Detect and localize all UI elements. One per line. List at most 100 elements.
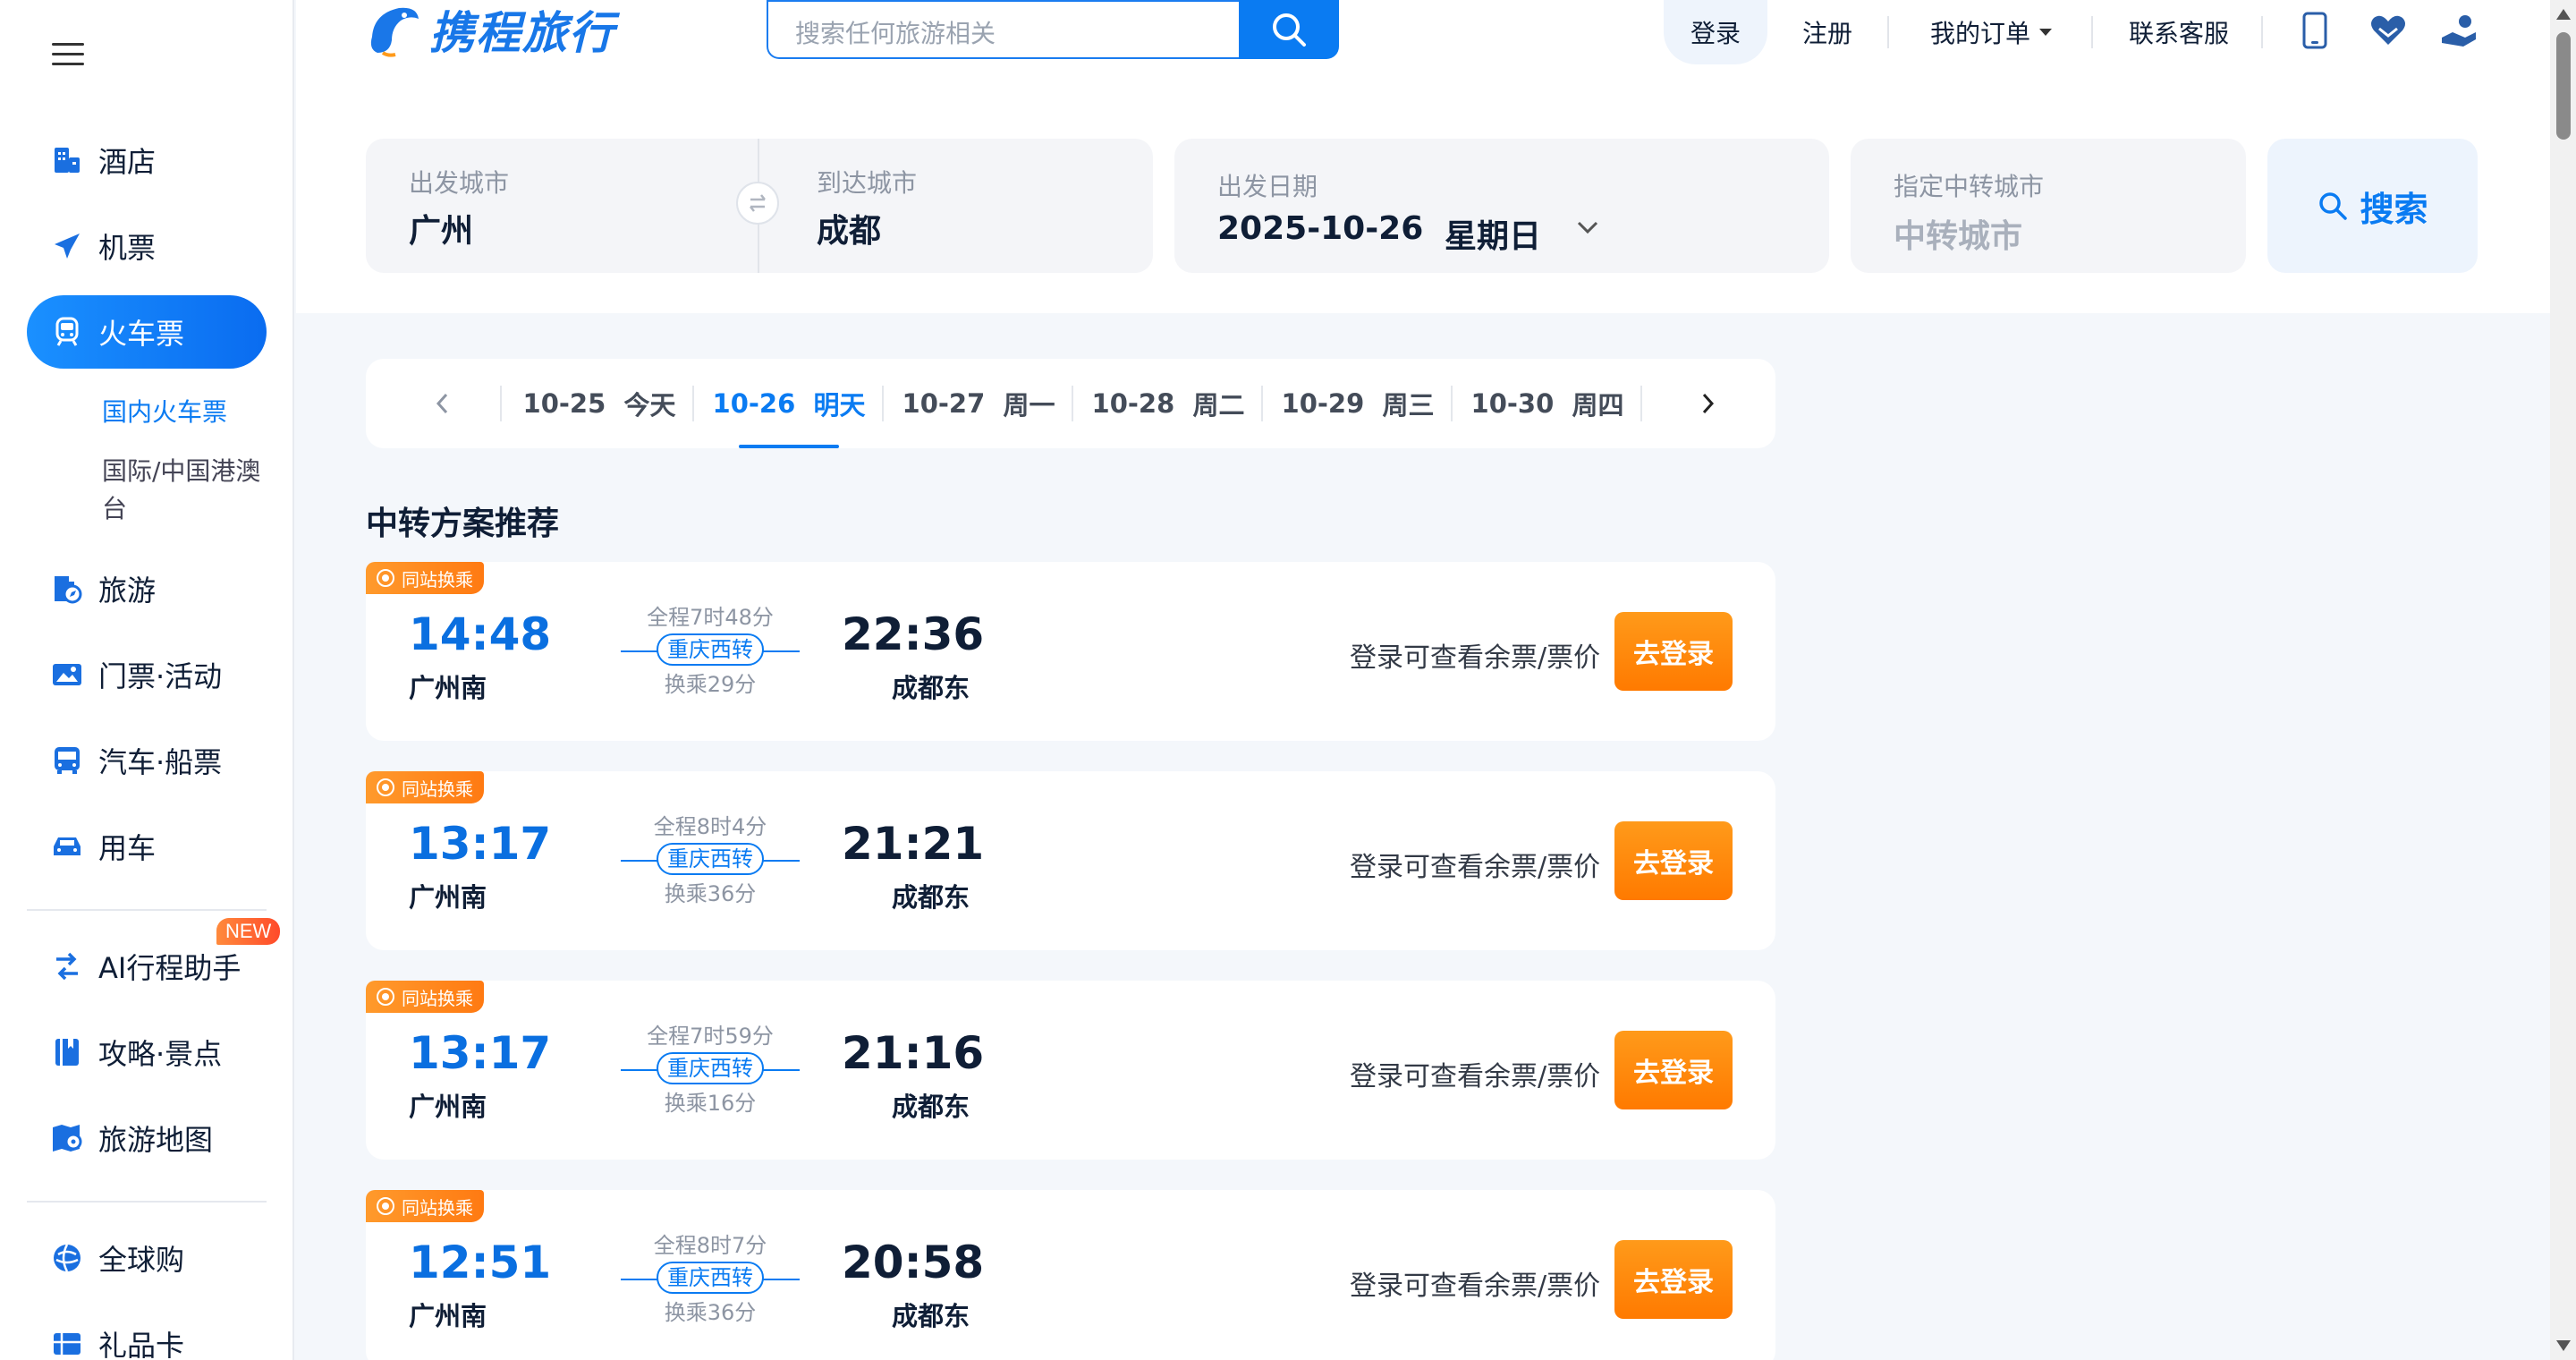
search-button[interactable]: 搜索 (2267, 139, 2478, 273)
departure-time: 13:17 (409, 1027, 552, 1079)
arrival-time: 22:36 (842, 608, 985, 660)
date-tab-day: 今天 (623, 390, 676, 421)
chevron-left-icon (436, 393, 448, 414)
my-orders-label: 我的订单 (1930, 19, 2031, 48)
transfer-city-input[interactable]: 中转城市 (1894, 210, 2022, 257)
date-tab-10-25[interactable]: 10-25 今天 (504, 359, 694, 448)
transfer-station: 重庆西转 (657, 843, 764, 875)
travel-icon (50, 572, 84, 606)
plane-icon (50, 229, 84, 263)
user-service-icon[interactable] (2440, 11, 2479, 50)
train-icon (50, 315, 84, 349)
date-tab-10-26[interactable]: 10-26 明天 (694, 359, 884, 448)
date-tab-10-30[interactable]: 10-30 周四 (1453, 359, 1642, 448)
logo[interactable]: 携程旅行 (365, 0, 615, 59)
sidebar-item-hotel[interactable]: 酒店 (27, 123, 267, 197)
sidebar-item-train[interactable]: 火车票 (27, 295, 267, 369)
heart-hands-icon[interactable] (2368, 11, 2408, 50)
contact-service-link[interactable]: 联系客服 (2129, 14, 2229, 50)
date-value: 2025-10-26 (1217, 210, 1424, 247)
date-tab-10-28[interactable]: 10-28 周二 (1073, 359, 1263, 448)
sidebar-item-bus[interactable]: 汽车·船票 (27, 724, 267, 797)
sidebar-item-guide[interactable]: 攻略·景点 (27, 1016, 267, 1089)
bus-icon (50, 744, 84, 778)
go-login-button[interactable]: 去登录 (1614, 612, 1733, 691)
date-field[interactable]: 出发日期 2025-10-26 星期日 (1174, 139, 1829, 273)
next-dates-button[interactable] (1690, 386, 1725, 421)
swap-cities-button[interactable] (736, 182, 779, 225)
search-icon (2319, 192, 2348, 220)
sidebar-item-global-shopping[interactable]: 全球购 (27, 1221, 267, 1295)
transfer-icon (377, 988, 394, 1006)
sidebar-sub-international-train[interactable]: 国际/中国港澳台 (102, 453, 272, 528)
scroll-thumb[interactable] (2556, 32, 2571, 140)
transfer-station: 重庆西转 (657, 1262, 764, 1294)
same-station-badge: 同站换乘 (366, 981, 484, 1013)
sidebar-item-label: AI行程助手 (98, 951, 242, 985)
sidebar-item-flight[interactable]: 机票 (27, 209, 267, 283)
total-duration: 全程7时59分 (647, 1024, 774, 1049)
sidebar-item-label: 旅游地图 (98, 1123, 214, 1157)
scroll-down-arrow-icon[interactable] (2556, 1340, 2571, 1351)
sidebar-item-label: 酒店 (98, 145, 157, 179)
map-icon (50, 1121, 84, 1155)
go-login-button[interactable]: 去登录 (1614, 821, 1733, 900)
my-orders-dropdown[interactable]: 我的订单 (1930, 14, 2053, 50)
to-city-label: 到达城市 (817, 168, 918, 198)
sidebar-item-label: 火车票 (98, 317, 185, 351)
transfer-line: 重庆西转 (621, 1052, 800, 1088)
to-city-input[interactable]: 成都 (817, 205, 881, 251)
go-login-button[interactable]: 去登录 (1614, 1240, 1733, 1319)
phone-icon[interactable] (2295, 11, 2334, 50)
sidebar-item-label: 全球购 (98, 1243, 185, 1277)
sidebar-item-travel[interactable]: 旅游 (27, 552, 267, 625)
sidebar-item-car[interactable]: 用车 (27, 810, 267, 883)
login-link[interactable]: 登录 (1664, 0, 1767, 64)
from-city-input[interactable]: 广州 (409, 205, 473, 251)
date-tab-day: 周一 (1003, 390, 1055, 421)
transfer-city-field[interactable]: 指定中转城市 中转城市 (1851, 139, 2246, 273)
departure-time: 12:51 (409, 1237, 552, 1288)
date-tab-10-27[interactable]: 10-27 周一 (884, 359, 1073, 448)
date-tab-10-29[interactable]: 10-29 周三 (1263, 359, 1453, 448)
badge-label: 同站换乘 (402, 568, 473, 591)
sidebar-item-gift-card[interactable]: 礼品卡 (27, 1307, 267, 1360)
chevron-down-icon (1577, 221, 1598, 234)
prev-dates-button[interactable] (425, 386, 461, 421)
date-tab-day: 周二 (1192, 390, 1245, 421)
sidebar-item-map[interactable]: 旅游地图 (27, 1101, 267, 1175)
sidebar-divider (27, 1201, 267, 1203)
total-duration: 全程7时48分 (647, 605, 774, 630)
page-scrollbar[interactable] (2550, 0, 2576, 1360)
date-tab-date: 10-29 (1281, 388, 1365, 419)
badge-label: 同站换乘 (402, 987, 473, 1009)
go-login-button[interactable]: 去登录 (1614, 1031, 1733, 1109)
register-link[interactable]: 注册 (1802, 14, 1852, 50)
from-city-label: 出发城市 (409, 168, 510, 198)
login-hint: 登录可查看余票/票价 (1350, 1061, 1601, 1092)
transfer-result-card[interactable]: 同站换乘 12:51 广州南 全程8时7分 重庆西转 换乘36分 20:58 成… (366, 1190, 1775, 1360)
arrival-time: 20:58 (842, 1237, 985, 1288)
sidebar-sub-domestic-train[interactable]: 国内火车票 (102, 394, 272, 431)
transfer-info: 全程7时48分 重庆西转 换乘29分 (621, 603, 800, 698)
global-search-input[interactable]: 搜索任何旅游相关 (767, 0, 1241, 59)
transfer-result-card[interactable]: 同站换乘 13:17 广州南 全程8时4分 重庆西转 换乘36分 21:21 成… (366, 771, 1775, 950)
sidebar-item-tickets[interactable]: 门票·活动 (27, 638, 267, 711)
weekday-value: 星期日 (1445, 218, 1542, 255)
transfer-result-card[interactable]: 同站换乘 13:17 广州南 全程7时59分 重庆西转 换乘16分 21:16 … (366, 981, 1775, 1160)
transfer-city-label: 指定中转城市 (1894, 172, 2045, 201)
date-tab-date: 10-30 (1470, 388, 1555, 419)
sidebar-item-ai-assistant[interactable]: AI行程助手 (27, 930, 267, 1003)
departure-time: 13:17 (409, 818, 552, 870)
menu-icon[interactable] (52, 43, 84, 66)
sidebar-item-label: 汽车·船票 (98, 745, 223, 779)
global-shopping-icon (50, 1241, 84, 1275)
transfer-result-card[interactable]: 同站换乘 14:48 广州南 全程7时48分 重庆西转 换乘29分 22:36 … (366, 562, 1775, 741)
departure-station: 广州南 (409, 882, 487, 913)
search-icon (1273, 13, 1306, 47)
scroll-up-arrow-icon[interactable] (2556, 9, 2571, 20)
transfer-station: 重庆西转 (657, 1052, 764, 1084)
section-title: 中转方案推荐 (366, 506, 560, 542)
global-search-button[interactable] (1239, 0, 1339, 59)
transfer-icon (377, 778, 394, 796)
